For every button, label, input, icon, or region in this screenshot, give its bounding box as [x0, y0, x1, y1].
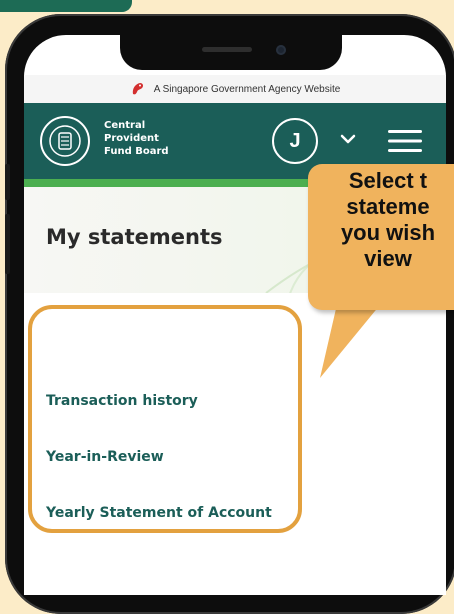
callout-tail [320, 300, 384, 378]
cpf-emblem-graphic [49, 125, 81, 157]
speaker [202, 47, 252, 52]
corner-tab [0, 0, 132, 12]
logo-line: Central [104, 120, 146, 131]
cpf-emblem-icon[interactable] [40, 116, 90, 166]
volume-button [5, 164, 10, 200]
highlight-box [28, 305, 302, 533]
instruction-callout: Select t stateme you wish view [308, 164, 454, 310]
callout-line: stateme [346, 194, 430, 219]
volume-button [5, 214, 10, 274]
camera-icon [276, 45, 286, 55]
callout-line: view [364, 246, 412, 271]
notch [120, 35, 342, 70]
chevron-down-icon[interactable] [340, 133, 356, 145]
merlion-icon [132, 83, 143, 95]
gov-banner-text: A Singapore Government Agency Website [153, 83, 341, 95]
gov-banner[interactable]: A Singapore Government Agency Website [24, 75, 446, 103]
logo-text[interactable]: Central Provident Fund Board [104, 119, 169, 158]
callout-text: Select t stateme you wish view [308, 168, 454, 272]
callout-line: Select t [348, 168, 428, 193]
logo-line: Fund Board [104, 146, 169, 157]
logo-line: Provident [104, 133, 159, 144]
user-avatar[interactable]: J [272, 118, 318, 164]
hamburger-menu-icon[interactable] [388, 127, 422, 155]
callout-line: you wish [340, 220, 436, 245]
page-title: My statements [46, 225, 223, 249]
